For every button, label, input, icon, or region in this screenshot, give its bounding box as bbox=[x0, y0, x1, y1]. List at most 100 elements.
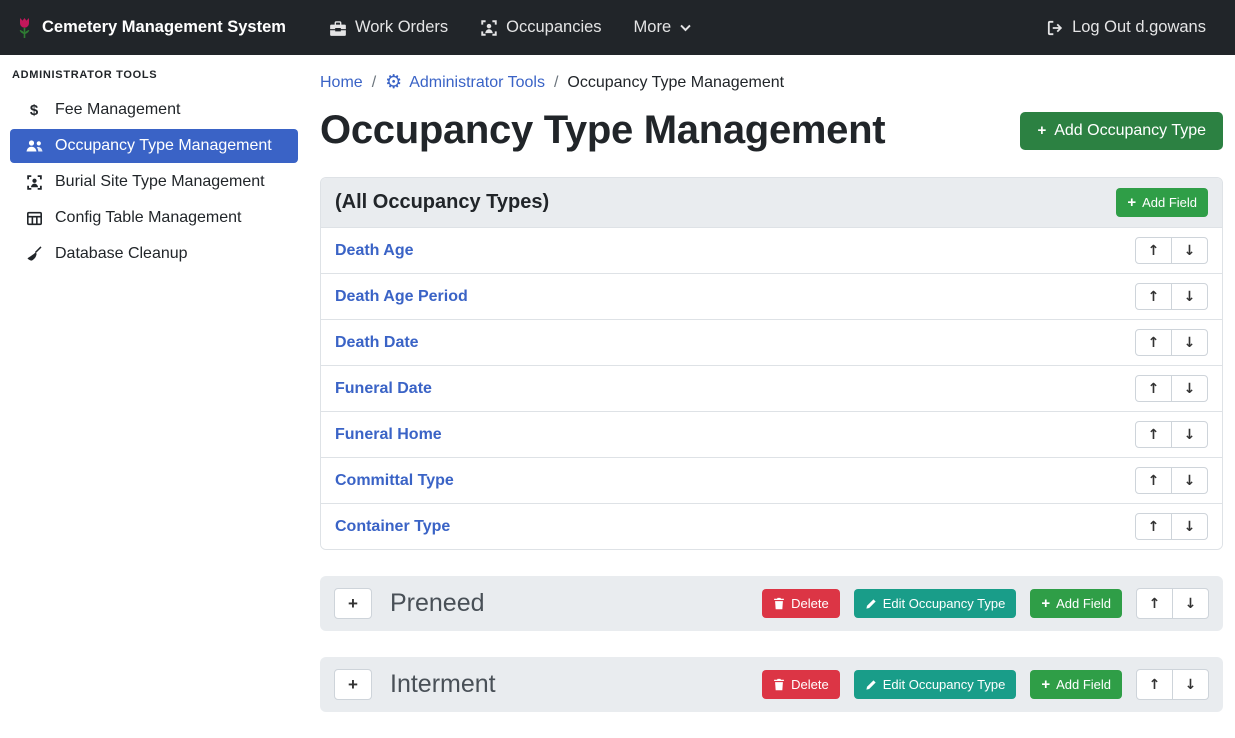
plus-icon: + bbox=[1041, 677, 1050, 692]
sidebar-heading: Administrator Tools bbox=[0, 61, 308, 91]
reorder-button-group: ↑ ↓ bbox=[1135, 513, 1208, 540]
move-up-button[interactable]: ↑ bbox=[1135, 283, 1172, 310]
expand-section-button[interactable]: + bbox=[334, 669, 372, 700]
field-link-committal-type[interactable]: Committal Type bbox=[335, 472, 454, 490]
tulip-logo-icon bbox=[16, 17, 33, 39]
add-occupancy-type-label: Add Occupancy Type bbox=[1054, 122, 1206, 140]
breadcrumb-admin-tools-link[interactable]: Administrator Tools bbox=[409, 74, 545, 92]
move-down-button[interactable]: ↓ bbox=[1171, 375, 1208, 402]
section-actions: Delete Edit Occupancy Type + Add Field ↑ bbox=[762, 588, 1209, 619]
breadcrumb-separator: / bbox=[554, 74, 558, 92]
dollar-icon: $ bbox=[24, 102, 44, 119]
move-up-button[interactable]: ↑ bbox=[1135, 513, 1172, 540]
edit-occupancy-type-button[interactable]: Edit Occupancy Type bbox=[854, 670, 1017, 699]
app-brand[interactable]: Cemetery Management System bbox=[16, 17, 286, 39]
nav-item-occupancies[interactable]: Occupancies bbox=[467, 10, 614, 45]
trash-icon bbox=[773, 678, 785, 691]
main-content: Home / ⚙ Administrator Tools / Occupancy… bbox=[308, 55, 1235, 738]
all-occupancy-types-card: (All Occupancy Types) + Add Field Death … bbox=[320, 177, 1223, 550]
app-title: Cemetery Management System bbox=[42, 18, 286, 37]
breadcrumb-admin-tools: ⚙ Administrator Tools bbox=[385, 73, 545, 92]
add-field-label: Add Field bbox=[1142, 195, 1197, 210]
nav-item-label: Work Orders bbox=[355, 18, 448, 37]
move-down-button[interactable]: ↓ bbox=[1171, 329, 1208, 356]
delete-label: Delete bbox=[791, 677, 829, 692]
section-preneed: + Preneed Delete bbox=[320, 576, 1223, 631]
move-up-button[interactable]: ↑ bbox=[1135, 467, 1172, 494]
move-up-button[interactable]: ↑ bbox=[1135, 375, 1172, 402]
move-down-button[interactable]: ↓ bbox=[1171, 283, 1208, 310]
pencil-icon bbox=[865, 598, 877, 610]
delete-occupancy-type-button[interactable]: Delete bbox=[762, 670, 840, 699]
field-row: Committal Type ↑ ↓ bbox=[321, 457, 1222, 503]
move-up-button[interactable]: ↑ bbox=[1135, 329, 1172, 356]
move-down-button[interactable]: ↓ bbox=[1172, 669, 1209, 700]
move-up-button[interactable]: ↑ bbox=[1136, 669, 1173, 700]
edit-label: Edit Occupancy Type bbox=[883, 596, 1006, 611]
field-row: Death Age ↑ ↓ bbox=[321, 228, 1222, 273]
nav-item-label: More bbox=[634, 18, 672, 37]
section-title: Interment bbox=[390, 670, 496, 699]
sidebar-item-burial-site-type-management[interactable]: Burial Site Type Management bbox=[10, 165, 298, 199]
move-down-button[interactable]: ↓ bbox=[1171, 513, 1208, 540]
field-link-death-date[interactable]: Death Date bbox=[335, 334, 419, 352]
breadcrumb-home-link[interactable]: Home bbox=[320, 74, 363, 92]
move-up-button[interactable]: ↑ bbox=[1135, 421, 1172, 448]
field-row: Funeral Date ↑ ↓ bbox=[321, 365, 1222, 411]
add-occupancy-type-button[interactable]: + Add Occupancy Type bbox=[1020, 112, 1223, 150]
move-down-button[interactable]: ↓ bbox=[1171, 421, 1208, 448]
reorder-button-group: ↑ ↓ bbox=[1135, 329, 1208, 356]
all-occupancy-types-title: (All Occupancy Types) bbox=[335, 191, 549, 214]
reorder-button-group: ↑ ↓ bbox=[1135, 467, 1208, 494]
add-field-button[interactable]: + Add Field bbox=[1030, 670, 1122, 699]
reorder-button-group: ↑ ↓ bbox=[1135, 421, 1208, 448]
field-row: Funeral Home ↑ ↓ bbox=[321, 411, 1222, 457]
move-up-button[interactable]: ↑ bbox=[1135, 237, 1172, 264]
reorder-button-group: ↑ ↓ bbox=[1135, 237, 1208, 264]
reorder-button-group: ↑ ↓ bbox=[1135, 283, 1208, 310]
move-down-button[interactable]: ↓ bbox=[1171, 467, 1208, 494]
sidebar-item-occupancy-type-management[interactable]: Occupancy Type Management bbox=[10, 129, 298, 163]
pencil-icon bbox=[865, 679, 877, 691]
trash-icon bbox=[773, 597, 785, 610]
move-up-button[interactable]: ↑ bbox=[1136, 588, 1173, 619]
sidebar-item-fee-management[interactable]: $ Fee Management bbox=[10, 93, 298, 127]
delete-occupancy-type-button[interactable]: Delete bbox=[762, 589, 840, 618]
field-link-container-type[interactable]: Container Type bbox=[335, 518, 450, 536]
nav-item-work-orders[interactable]: Work Orders bbox=[316, 10, 461, 45]
field-link-funeral-home[interactable]: Funeral Home bbox=[335, 426, 442, 444]
field-row: Death Age Period ↑ ↓ bbox=[321, 273, 1222, 319]
breadcrumb-separator: / bbox=[372, 74, 376, 92]
broom-icon bbox=[24, 246, 44, 263]
main-layout: Administrator Tools $ Fee Management Occ… bbox=[0, 55, 1235, 738]
sidebar-item-label: Database Cleanup bbox=[55, 245, 188, 263]
sidebar-item-database-cleanup[interactable]: Database Cleanup bbox=[10, 237, 298, 271]
add-field-button[interactable]: + Add Field bbox=[1030, 589, 1122, 618]
field-link-death-age[interactable]: Death Age bbox=[335, 242, 414, 260]
edit-occupancy-type-button[interactable]: Edit Occupancy Type bbox=[854, 589, 1017, 618]
move-down-button[interactable]: ↓ bbox=[1171, 237, 1208, 264]
section-actions: Delete Edit Occupancy Type + Add Field ↑ bbox=[762, 669, 1209, 700]
plus-icon: + bbox=[1037, 123, 1046, 138]
chevron-down-icon bbox=[679, 21, 692, 34]
section-interment: + Interment Delete bbox=[320, 657, 1223, 712]
plus-icon: + bbox=[1041, 596, 1050, 611]
expand-section-button[interactable]: + bbox=[334, 588, 372, 619]
top-navbar: Cemetery Management System Work Orders O… bbox=[0, 0, 1235, 55]
move-down-button[interactable]: ↓ bbox=[1172, 588, 1209, 619]
sidebar-item-label: Config Table Management bbox=[55, 209, 242, 227]
breadcrumb: Home / ⚙ Administrator Tools / Occupancy… bbox=[320, 73, 1223, 92]
plus-icon: + bbox=[1127, 195, 1136, 210]
add-field-button[interactable]: + Add Field bbox=[1116, 188, 1208, 217]
reorder-button-group: ↑ ↓ bbox=[1136, 669, 1209, 700]
occupancy-icon bbox=[480, 19, 498, 37]
field-link-death-age-period[interactable]: Death Age Period bbox=[335, 288, 468, 306]
users-icon bbox=[24, 138, 44, 154]
logout-icon bbox=[1046, 19, 1064, 37]
reorder-button-group: ↑ ↓ bbox=[1136, 588, 1209, 619]
nav-item-more[interactable]: More bbox=[621, 10, 706, 45]
sidebar-item-config-table-management[interactable]: Config Table Management bbox=[10, 201, 298, 235]
logout-button[interactable]: Log Out d.gowans bbox=[1033, 10, 1219, 45]
navbar-links: Work Orders Occupancies More bbox=[316, 10, 705, 45]
field-link-funeral-date[interactable]: Funeral Date bbox=[335, 380, 432, 398]
